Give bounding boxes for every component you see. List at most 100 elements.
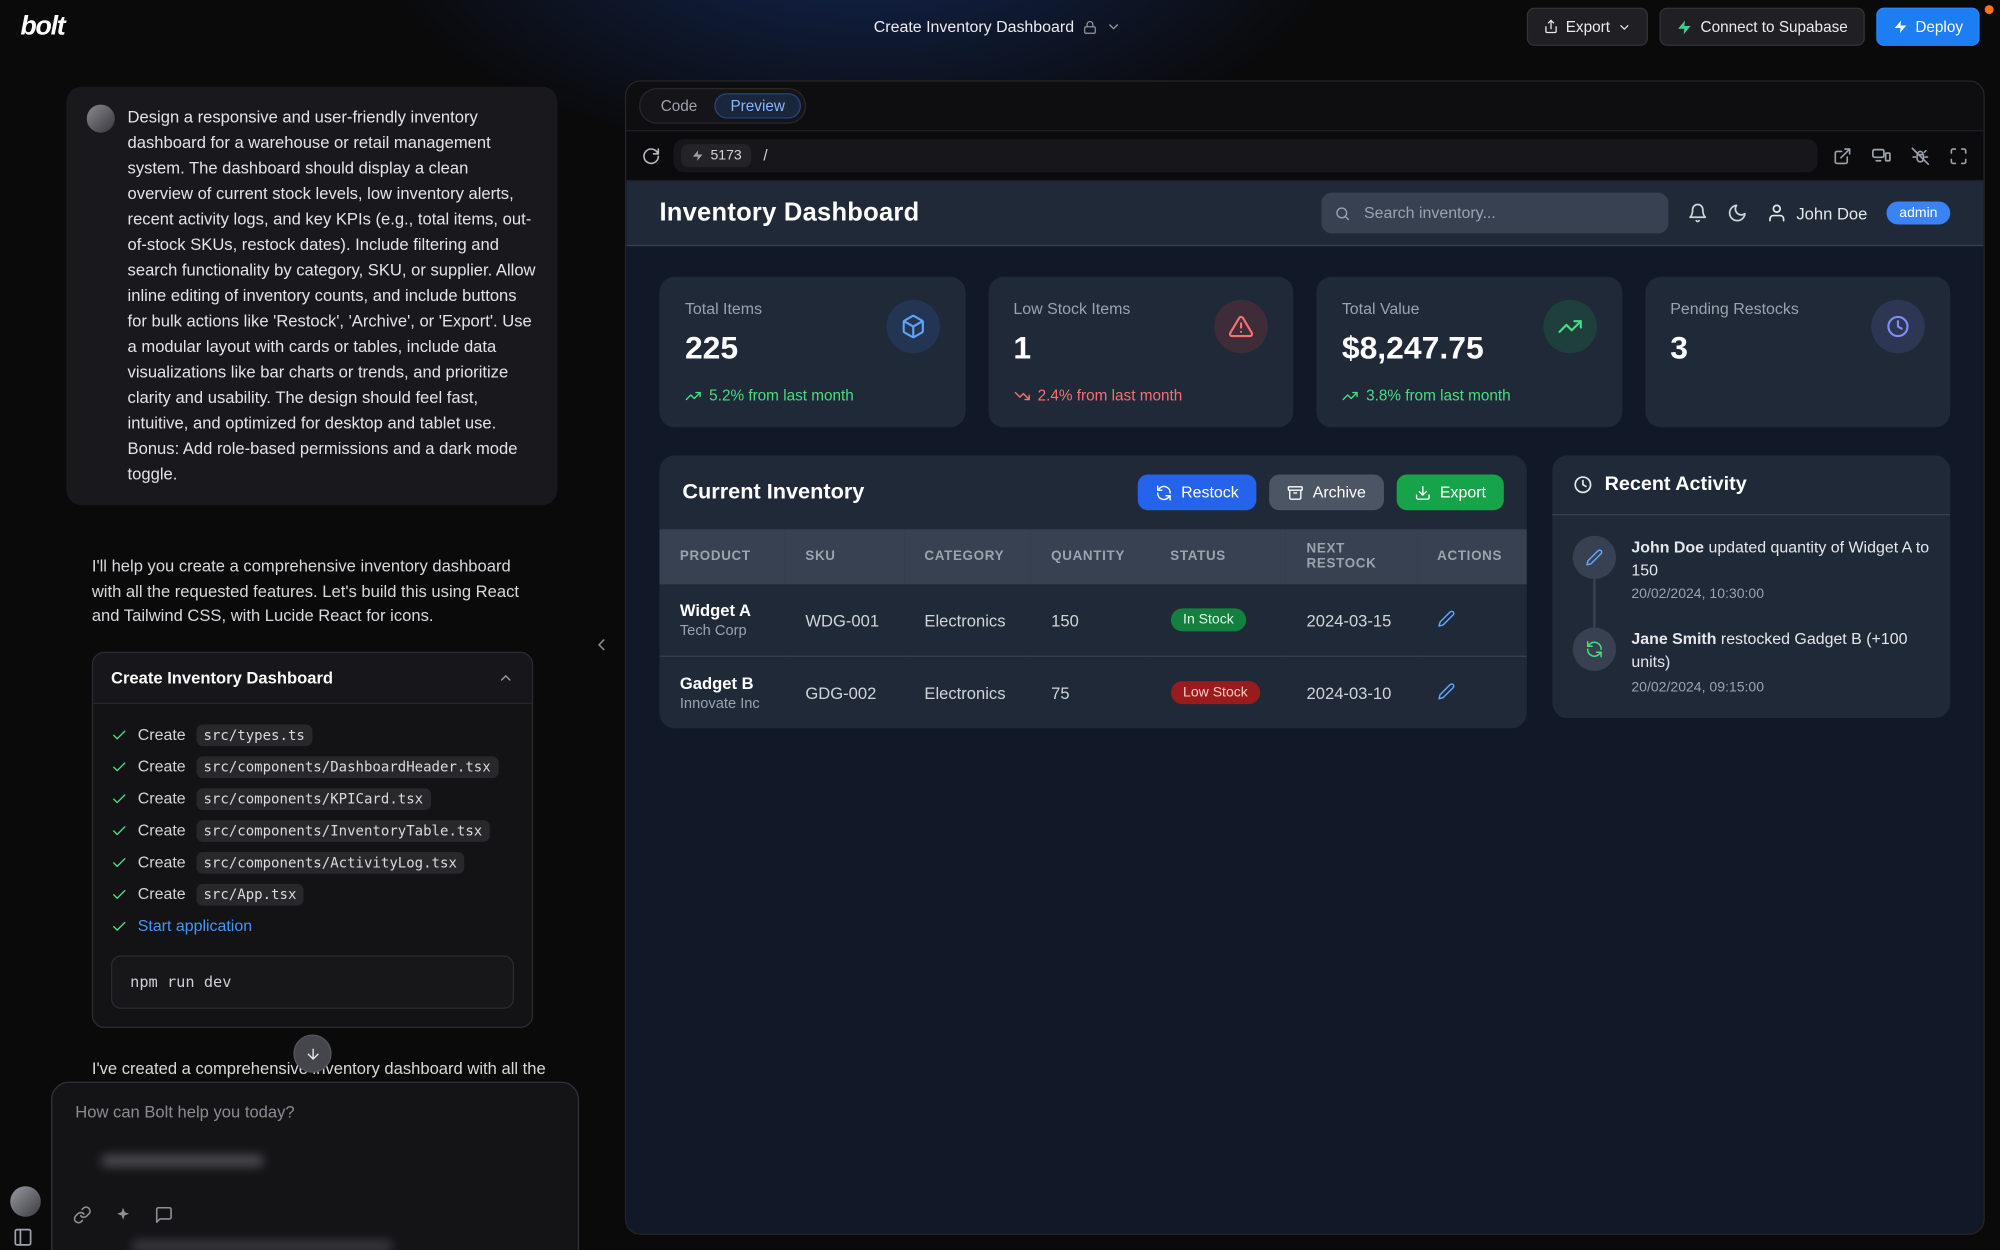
topbar-actions: Export Connect to Supabase Deploy [1526, 8, 1979, 46]
kpi-card-low-stock: Low Stock Items 1 2.4% from last month [988, 277, 1293, 428]
workbench: Code Preview 5173 / Inven [625, 80, 1985, 1234]
collapse-chat-chevron[interactable] [592, 635, 611, 654]
step-file-chip[interactable]: src/components/DashboardHeader.tsx [196, 756, 499, 778]
column-header-quantity: QUANTITY [1031, 529, 1150, 583]
restock-label: Restock [1181, 483, 1239, 501]
clock-icon [1573, 474, 1593, 494]
product-quantity[interactable]: 150 [1031, 584, 1150, 657]
check-icon [111, 727, 128, 744]
product-sku: GDG-002 [785, 656, 904, 728]
url-path: / [763, 147, 767, 165]
inventory-table: PRODUCT SKU CATEGORY QUANTITY STATUS NEX… [659, 529, 1526, 728]
artifact-step[interactable]: Create src/components/InventoryTable.tsx [111, 815, 514, 847]
step-file-chip[interactable]: src/App.tsx [196, 884, 304, 906]
restock-button[interactable]: Restock [1138, 474, 1257, 510]
inventory-title: Current Inventory [682, 480, 864, 506]
chat-input-toolbar [73, 1205, 558, 1224]
search-input[interactable] [1361, 203, 1656, 223]
activity-actor: Jane Smith [1631, 630, 1721, 648]
share-icon [1543, 19, 1558, 34]
supabase-icon [1676, 18, 1693, 35]
artifact-step-start-application[interactable]: Start application [111, 910, 514, 942]
kpi-label: Total Value [1342, 300, 1511, 318]
product-supplier: Tech Corp [680, 624, 765, 639]
bolt-logo[interactable]: bolt [20, 11, 64, 42]
deploy-label: Deploy [1915, 18, 1963, 36]
terminal-command: npm run dev [111, 955, 514, 1009]
port-chip[interactable]: 5173 [681, 144, 752, 167]
artifact-header[interactable]: Create Inventory Dashboard [93, 653, 532, 704]
archive-button[interactable]: Archive [1269, 474, 1383, 510]
check-icon [111, 918, 128, 935]
tab-preview[interactable]: Preview [714, 93, 802, 119]
dashboard-body: Total Items 225 5.2% from last month Low… [626, 246, 1983, 759]
bug-off-icon[interactable] [1911, 146, 1930, 165]
step-file-chip[interactable]: src/components/KPICard.tsx [196, 788, 431, 810]
chevron-down-icon [1618, 20, 1632, 34]
attach-link-icon[interactable] [73, 1205, 92, 1224]
search-icon [1335, 205, 1352, 222]
kpi-label: Pending Restocks [1670, 300, 1799, 318]
search-box[interactable] [1322, 193, 1669, 234]
artifact-steps: Create src/types.ts Create src/component… [93, 704, 532, 1027]
activity-item: Jane Smith restocked Gadget B (+100 unit… [1573, 628, 1930, 697]
edit-pencil-icon[interactable] [1437, 609, 1455, 627]
chat-input-box[interactable] [51, 1082, 579, 1250]
project-title: Create Inventory Dashboard [874, 18, 1074, 36]
step-file-chip[interactable]: src/components/ActivityLog.tsx [196, 852, 465, 874]
trend-up-icon [685, 387, 702, 404]
preview-toolbar-icons [1833, 145, 1968, 165]
chat-panel: Design a responsive and user-friendly in… [0, 54, 610, 1250]
product-supplier: Innovate Inc [680, 696, 765, 711]
check-icon [111, 790, 128, 807]
sidebar-toggle-icon[interactable] [13, 1227, 33, 1247]
artifact-step[interactable]: Create src/components/DashboardHeader.ts… [111, 751, 514, 783]
scroll-to-bottom-button[interactable] [293, 1034, 331, 1072]
product-quantity[interactable]: 75 [1031, 656, 1150, 728]
kpi-value: 225 [685, 330, 854, 367]
workbench-header: Code Preview [626, 82, 1983, 132]
bell-icon[interactable] [1688, 203, 1708, 223]
export-csv-button[interactable]: Export [1397, 474, 1504, 510]
check-icon [111, 822, 128, 839]
chat-input[interactable] [73, 1099, 563, 1132]
chevron-up-icon [497, 669, 514, 686]
artifact-step[interactable]: Create src/components/KPICard.tsx [111, 783, 514, 815]
blurred-suggestion [131, 1240, 392, 1250]
chat-mode-icon[interactable] [154, 1205, 173, 1224]
artifact-step[interactable]: Create src/types.ts [111, 719, 514, 751]
export-label: Export [1440, 483, 1486, 501]
user-menu[interactable]: John Doe [1767, 203, 1867, 223]
step-action: Create [138, 790, 186, 808]
connect-supabase-button[interactable]: Connect to Supabase [1660, 8, 1865, 46]
notification-dot [1985, 5, 1994, 14]
kpi-card-total-value: Total Value $8,247.75 3.8% from last mon… [1316, 277, 1621, 428]
project-title-menu[interactable]: Create Inventory Dashboard [874, 0, 1121, 54]
deploy-button[interactable]: Deploy [1876, 8, 1980, 46]
open-in-new-tab-icon[interactable] [1833, 146, 1852, 165]
step-file-chip[interactable]: src/components/InventoryTable.tsx [196, 820, 490, 842]
url-field[interactable]: 5173 / [673, 139, 1817, 172]
step-action: Create [138, 886, 186, 904]
refresh-icon [1156, 484, 1173, 501]
export-button[interactable]: Export [1526, 8, 1648, 46]
reload-icon[interactable] [642, 146, 661, 165]
chat-message-list: Design a responsive and user-friendly in… [0, 54, 610, 1078]
product-category: Electronics [904, 584, 1031, 657]
trend-down-icon [1013, 387, 1030, 404]
artifact-step[interactable]: Create src/components/ActivityLog.tsx [111, 847, 514, 879]
edit-pencil-icon[interactable] [1437, 682, 1455, 700]
restock-activity-icon [1573, 628, 1616, 671]
account-avatar[interactable] [10, 1186, 41, 1217]
responsive-devices-icon[interactable] [1871, 145, 1891, 165]
blurred-suggestion [101, 1154, 264, 1167]
step-file-chip[interactable]: src/types.ts [196, 724, 313, 746]
artifact-step[interactable]: Create src/App.tsx [111, 878, 514, 910]
tab-code[interactable]: Code [644, 93, 714, 119]
fullscreen-icon[interactable] [1949, 146, 1968, 165]
dark-mode-toggle-icon[interactable] [1728, 203, 1748, 223]
inventory-actions: Restock Archive Export [1138, 474, 1504, 510]
enhance-prompt-icon[interactable] [114, 1205, 133, 1224]
inventory-card-header: Current Inventory Restock Archive [659, 455, 1526, 529]
column-header-next-restock: NEXT RESTOCK [1286, 529, 1417, 583]
